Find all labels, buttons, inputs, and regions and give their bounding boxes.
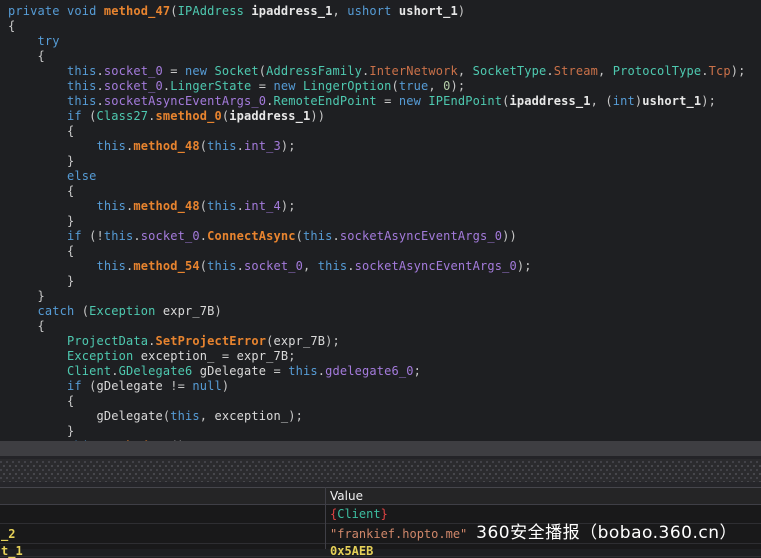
locals-row-name: t_1 xyxy=(0,544,325,558)
panel-splitter[interactable] xyxy=(0,441,761,456)
code-line: if (Class27.smethod_0(ipaddress_1)) xyxy=(8,109,761,124)
code-line: this.socket_0 = new Socket(AddressFamily… xyxy=(8,64,761,79)
code-line: } xyxy=(8,424,761,439)
code-line: gDelegate(this, exception_); xyxy=(8,409,761,424)
code-line: else xyxy=(8,169,761,184)
locals-row-value: 0x5AEB xyxy=(325,544,373,558)
code-line: if (!this.socket_0.ConnectAsync(this.soc… xyxy=(8,229,761,244)
code-line: } xyxy=(8,274,761,289)
locals-row[interactable]: t_10x5AEB xyxy=(0,544,761,557)
code-line: Client.GDelegate6 gDelegate = this.gdele… xyxy=(8,364,761,379)
code-line: { xyxy=(8,19,761,34)
code-editor[interactable]: private void method_47(IPAddress ipaddre… xyxy=(0,0,761,441)
code-line: Exception exception_ = expr_7B; xyxy=(8,349,761,364)
column-resize-handle[interactable] xyxy=(325,487,326,549)
value-column-header[interactable]: Value xyxy=(330,489,363,503)
locals-row-value: "frankief.hopto.me" xyxy=(325,527,467,541)
collapsed-panel-grip[interactable] xyxy=(0,459,761,482)
locals-header-row: Value xyxy=(0,488,761,505)
code-line: ProjectData.SetProjectError(expr_7B); xyxy=(8,334,761,349)
code-line: this.method_48(this.int_4); xyxy=(8,199,761,214)
code-line: { xyxy=(8,394,761,409)
code-line: { xyxy=(8,184,761,199)
code-line: { xyxy=(8,244,761,259)
code-line: } xyxy=(8,214,761,229)
code-line: { xyxy=(8,49,761,64)
code-line: } xyxy=(8,289,761,304)
code-line: private void method_47(IPAddress ipaddre… xyxy=(8,4,761,19)
code-line: { xyxy=(8,124,761,139)
locals-row-value: {Client} xyxy=(325,507,388,521)
code-line: this.method_48(this.int_3); xyxy=(8,139,761,154)
code-line: catch (Exception expr_7B) xyxy=(8,304,761,319)
code-line: if (gDelegate != null) xyxy=(8,379,761,394)
code-line: this.socket_0.LingerState = new LingerOp… xyxy=(8,79,761,94)
code-line: try xyxy=(8,34,761,49)
locals-row-name: _2 xyxy=(0,527,325,541)
code-line: this.socketAsyncEventArgs_0.RemoteEndPoi… xyxy=(8,94,761,109)
watermark-text: 360安全播报（bobao.360.cn） xyxy=(476,518,737,543)
code-line: { xyxy=(8,319,761,334)
code-line: this.method_54(this.socket_0, this.socke… xyxy=(8,259,761,274)
code-line: } xyxy=(8,154,761,169)
